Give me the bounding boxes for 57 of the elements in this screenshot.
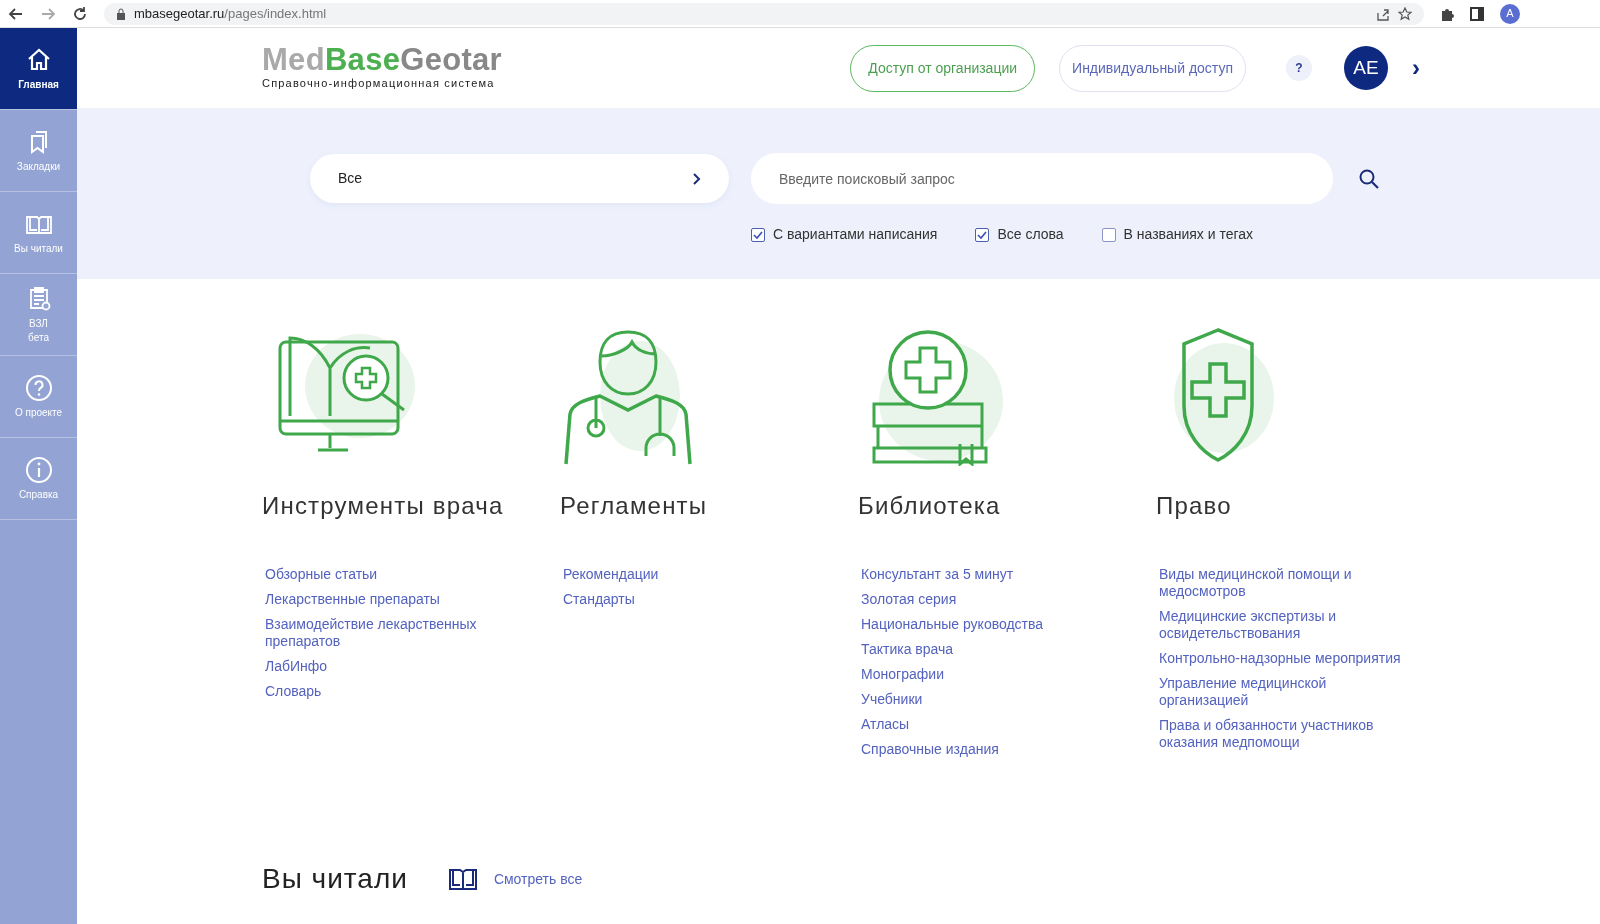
logo-subtitle: Справочно-информационная система [262,76,496,92]
profile-avatar[interactable]: A [1500,3,1520,24]
scope-select[interactable]: Все [310,154,729,203]
info-icon [24,455,53,484]
category-title: Библиотека [858,491,1002,521]
category-link[interactable]: ЛабИнфо [262,658,524,675]
checkbox-label: В названиях и тегах [1123,225,1254,244]
category-link[interactable]: Права и обязанности участников оказания медпомощи [1156,717,1418,751]
checkbox[interactable] [975,227,990,242]
access-button[interactable]: Доступ от организации [850,44,1036,92]
category-link[interactable]: Лекарственные препараты [262,591,524,608]
section-title: Вы читали [262,862,408,896]
category-link[interactable]: Национальные руководства [858,616,1120,633]
category-link[interactable]: Монографии [858,666,1120,683]
checkbox[interactable] [751,227,765,242]
puzzle-icon [1440,6,1454,21]
logo[interactable]: MedBaseGeotar [262,44,502,76]
side-panel-icon [1470,6,1484,21]
chevron-button[interactable]: › [1412,56,1420,80]
category-link[interactable]: Виды медицинской помощи и медосмотров [1156,566,1418,600]
category-link[interactable]: Золотая серия [858,591,1120,608]
url-text[interactable]: mbasegeotar.ru/pages/index.html [134,3,327,24]
category-link[interactable]: Рекомендации [560,566,822,583]
checkbox-label: С вариантами написания [773,225,938,244]
sidebar-item[interactable]: Главная [0,28,77,110]
chevron-right-icon [693,172,701,185]
share-icon [1376,6,1390,21]
search-icon[interactable] [1359,168,1379,189]
book-icon [447,867,478,891]
category-link[interactable]: Взаимодействие лекарственных препаратов [262,616,524,650]
category-link[interactable]: Контрольно-надзорные мероприятия [1156,650,1418,667]
category-link[interactable]: Стандарты [560,591,822,608]
user-avatar[interactable]: AE [1344,46,1388,90]
category-title: Инструменты врача [262,491,505,521]
category-link[interactable]: Словарь [262,683,524,700]
lock-icon [116,7,126,20]
category-link[interactable]: Атласы [858,716,1120,733]
checkbox[interactable] [1101,227,1116,242]
forward-icon [40,5,56,22]
category-title: Регламенты [560,491,709,521]
checkbox-label: Все слова [997,225,1064,244]
search-field[interactable]: Введите поисковый запрос [751,153,1333,204]
category-link[interactable]: Управление медицинской организацией [1156,675,1418,709]
access-button[interactable]: Индивидуальный доступ [1059,44,1246,92]
category-link[interactable]: Медицинские экспертизы и освидетельствования [1156,608,1418,642]
star-icon [1398,6,1412,21]
category-link[interactable]: Консультант за 5 минут [858,566,1120,583]
category-link[interactable]: Справочные издания [858,741,1120,758]
category-link[interactable]: Обзорные статьи [262,566,524,583]
help-button[interactable]: ? [1286,55,1312,81]
category-link[interactable]: Учебники [858,691,1120,708]
back-icon [8,5,24,22]
view-all-link[interactable]: Смотреть все [493,868,583,890]
reload-icon [72,5,88,22]
help-icon [24,373,53,402]
category-title: Право [1156,491,1233,521]
category-link[interactable]: Тактика врача [858,641,1120,658]
